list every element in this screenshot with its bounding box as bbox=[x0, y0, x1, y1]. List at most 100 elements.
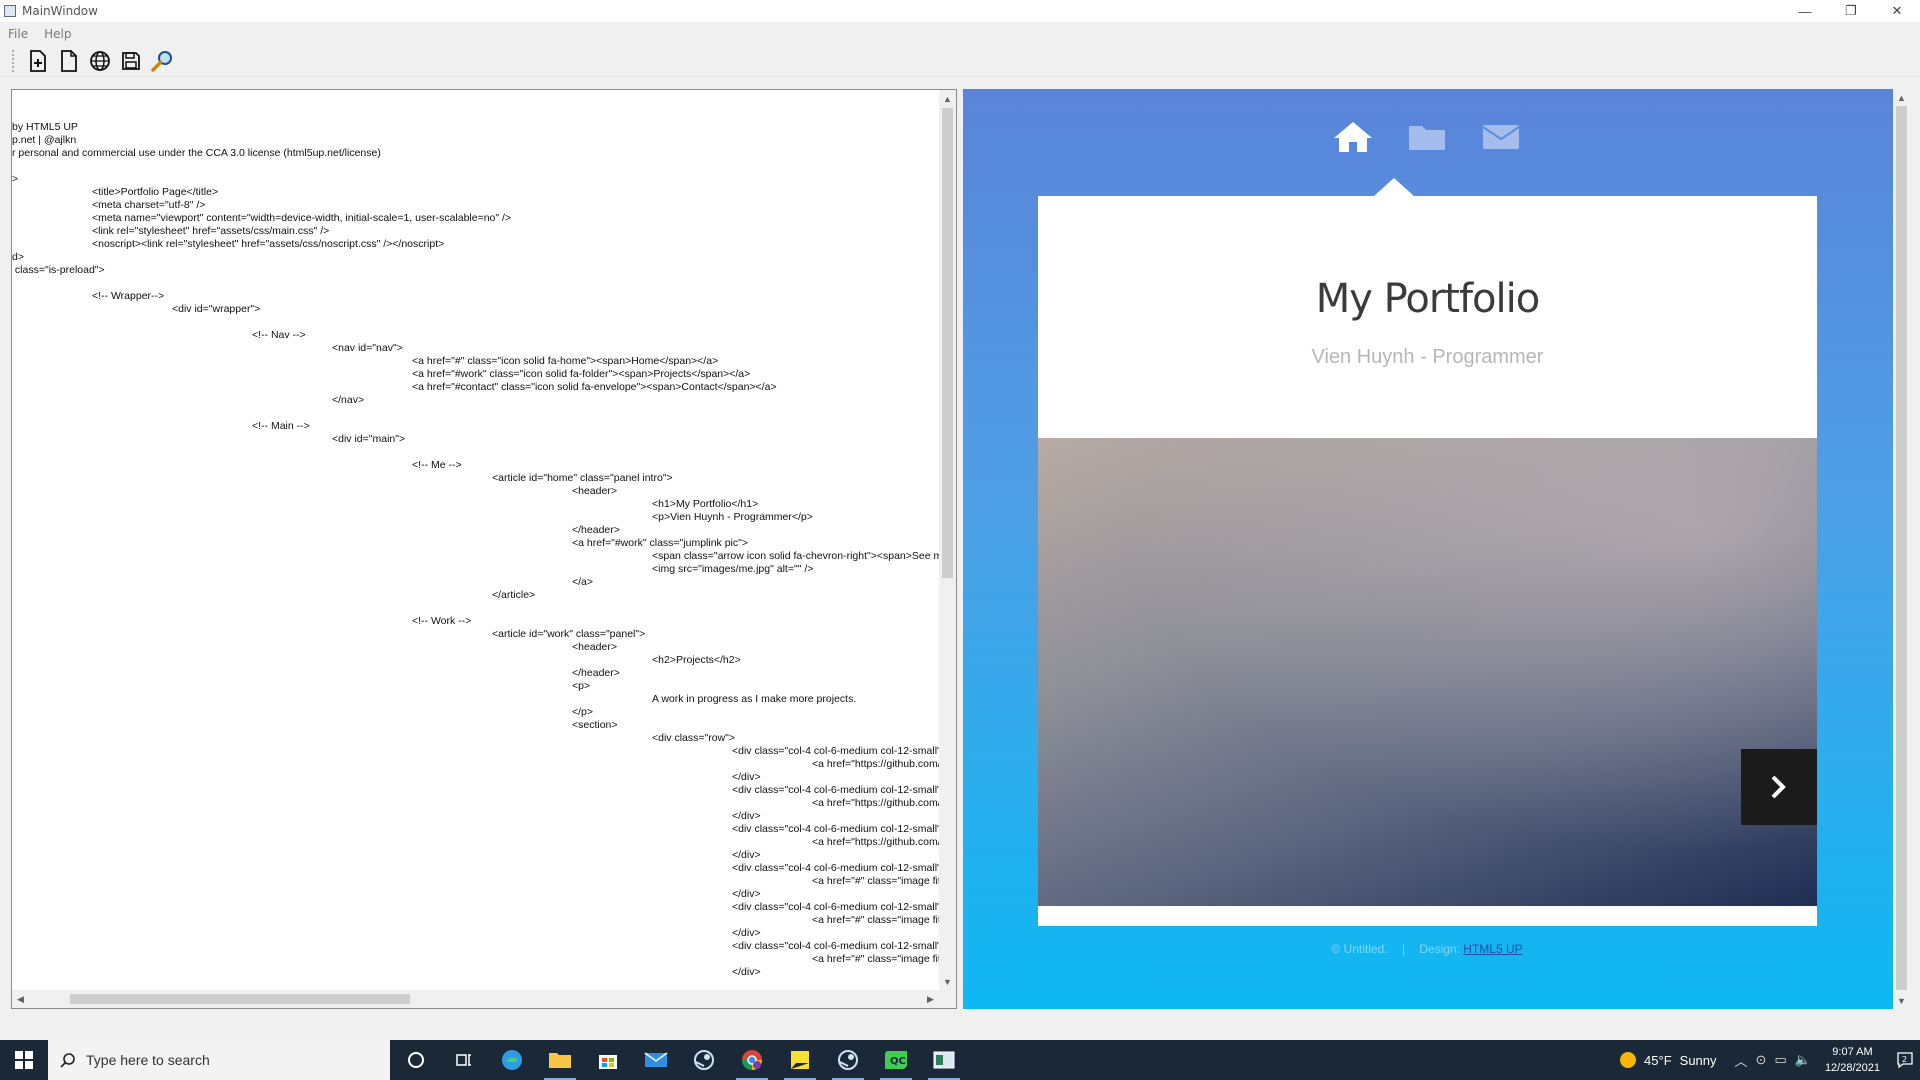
code-line: <link rel="stylesheet" href="assets/css/… bbox=[92, 225, 330, 237]
code-line: <!-- Me --> bbox=[412, 459, 462, 471]
code-line: <meta charset="utf-8" /> bbox=[92, 199, 206, 211]
envelope-icon[interactable] bbox=[1480, 119, 1522, 155]
meet-now-icon[interactable]: ⊙ bbox=[1756, 1052, 1767, 1068]
code-line: <p> bbox=[572, 680, 591, 692]
file-explorer-icon[interactable] bbox=[536, 1040, 584, 1080]
chevron-right-icon bbox=[1771, 775, 1786, 799]
clock-time: 9:07 AM bbox=[1832, 1046, 1873, 1058]
code-line: <div class="row"> bbox=[652, 732, 736, 744]
preview-scroll-up-icon[interactable]: ▲ bbox=[1893, 89, 1910, 106]
app-window-icon[interactable] bbox=[920, 1040, 968, 1080]
preview-scroll-down-icon[interactable]: ▼ bbox=[1893, 992, 1910, 1009]
profile-image[interactable] bbox=[1038, 438, 1817, 906]
window-controls: — ❐ ✕ bbox=[1782, 0, 1920, 22]
scroll-thumb-horizontal[interactable] bbox=[70, 994, 410, 1004]
code-line: p.net | @ajlkn bbox=[12, 134, 77, 146]
code-line: class="is-preload"> bbox=[12, 264, 105, 276]
store-icon[interactable] bbox=[584, 1040, 632, 1080]
preview-scroll-thumb[interactable] bbox=[1896, 106, 1907, 990]
taskbar: Type here to search QC 45°F Sunny ︿ ⊙ ▭ … bbox=[0, 1040, 1920, 1080]
edge-icon[interactable] bbox=[488, 1040, 536, 1080]
chevron-up-icon[interactable]: ︿ bbox=[1735, 1051, 1748, 1070]
folder-icon[interactable] bbox=[1406, 119, 1448, 155]
code-line: </header> bbox=[572, 667, 620, 679]
menu-help[interactable]: Help bbox=[36, 27, 79, 41]
code-line: <div class="col-4 col-6-medium col-12-sm… bbox=[732, 862, 939, 874]
steam-running-icon[interactable] bbox=[824, 1040, 872, 1080]
code-line: r personal and commercial use under the … bbox=[12, 147, 381, 159]
svg-text:2: 2 bbox=[1902, 1055, 1907, 1064]
window-title: MainWindow bbox=[22, 4, 98, 18]
restore-button[interactable]: ❐ bbox=[1828, 0, 1874, 22]
steam-icon[interactable] bbox=[680, 1040, 728, 1080]
web-preview-icon[interactable] bbox=[86, 47, 114, 75]
start-button[interactable] bbox=[0, 1040, 48, 1080]
scroll-down-arrow-icon[interactable]: ▼ bbox=[939, 973, 956, 990]
app-icon bbox=[4, 5, 16, 17]
toolbar-grip[interactable] bbox=[12, 49, 16, 72]
scroll-left-arrow-icon[interactable]: ◀ bbox=[12, 990, 29, 1008]
code-line: </div> bbox=[732, 888, 761, 900]
mail-icon[interactable] bbox=[632, 1040, 680, 1080]
scroll-up-arrow-icon[interactable]: ▲ bbox=[939, 90, 956, 107]
chrome-icon[interactable] bbox=[728, 1040, 776, 1080]
new-document-icon[interactable] bbox=[55, 47, 83, 75]
footer-design-link[interactable]: HTML5 UP bbox=[1463, 942, 1522, 956]
weather-widget[interactable]: 45°F Sunny bbox=[1620, 1052, 1717, 1068]
volume-icon[interactable]: 🔈 bbox=[1795, 1052, 1811, 1068]
sticky-notes-icon[interactable] bbox=[776, 1040, 824, 1080]
code-line: <a href="#" class="image fit">< bbox=[812, 953, 939, 965]
weather-temp: 45°F bbox=[1644, 1052, 1672, 1068]
scroll-right-arrow-icon[interactable]: ▶ bbox=[922, 990, 939, 1008]
code-line: <p>Vien Huynh - Programmer</p> bbox=[652, 511, 813, 523]
menu-file[interactable]: File bbox=[0, 27, 36, 41]
chevron-right-button[interactable] bbox=[1741, 749, 1817, 825]
editor-horizontal-scrollbar[interactable]: ◀ ▶ bbox=[12, 990, 939, 1008]
sun-icon bbox=[1620, 1052, 1637, 1068]
new-file-plus-icon[interactable] bbox=[24, 47, 52, 75]
search-placeholder: Type here to search bbox=[86, 1052, 210, 1068]
code-line: </a> bbox=[572, 576, 594, 588]
code-line: by HTML5 UP bbox=[12, 121, 78, 133]
cortana-icon[interactable] bbox=[392, 1040, 440, 1080]
code-line: <section> bbox=[572, 719, 618, 731]
code-line: </header> bbox=[572, 524, 620, 536]
code-line: <header> bbox=[572, 641, 617, 653]
code-editor[interactable]: by HTML5 UP p.net | @ajlkn r personal and … bbox=[11, 89, 957, 1009]
network-icon[interactable]: ▭ bbox=[1774, 1052, 1786, 1068]
code-line: <!-- Nav --> bbox=[252, 329, 306, 341]
code-line: d> bbox=[12, 251, 24, 263]
save-icon[interactable] bbox=[117, 47, 145, 75]
code-line: <div class="col-4 col-6-medium col-12-sm… bbox=[732, 745, 939, 757]
code-line: <meta name="viewport" content="width=dev… bbox=[92, 212, 512, 224]
home-icon[interactable] bbox=[1332, 119, 1374, 155]
code-line: A work in progress as I make more projec… bbox=[652, 693, 857, 705]
code-line: > bbox=[12, 173, 19, 185]
close-button[interactable]: ✕ bbox=[1874, 0, 1920, 22]
code-line: <a href="#" class="icon solid fa-home"><… bbox=[412, 355, 719, 367]
editor-vertical-scrollbar[interactable]: ▲ ▼ bbox=[939, 90, 956, 990]
task-view-icon[interactable] bbox=[440, 1040, 488, 1080]
code-line: </p> bbox=[572, 706, 594, 718]
preview-nav bbox=[963, 119, 1891, 155]
code-line: </div> bbox=[732, 849, 761, 861]
taskbar-search[interactable]: Type here to search bbox=[48, 1040, 390, 1080]
notification-button[interactable]: 2 bbox=[1890, 1040, 1920, 1080]
find-icon[interactable] bbox=[148, 47, 176, 75]
code-line: <a href="#" class="image fit">< bbox=[812, 914, 939, 926]
minimize-button[interactable]: — bbox=[1782, 0, 1828, 22]
code-line: <a href="#work" class="jumplink pic"> bbox=[572, 537, 748, 549]
title-bar: MainWindow — ❐ ✕ bbox=[0, 0, 1920, 22]
web-preview[interactable]: My Portfolio Vien Huynh - Programmer © U… bbox=[963, 89, 1908, 1009]
scroll-thumb[interactable] bbox=[942, 108, 953, 578]
clock-date: 12/28/2021 bbox=[1824, 1062, 1880, 1074]
clock[interactable]: 9:07 AM 12/28/2021 bbox=[1825, 1044, 1880, 1076]
code-text-area[interactable]: by HTML5 UP p.net | @ajlkn r personal and … bbox=[12, 90, 939, 990]
menu-bar: File Help bbox=[0, 24, 79, 44]
code-line: <div id="wrapper"> bbox=[172, 303, 261, 315]
panel-notch bbox=[1374, 178, 1414, 196]
notification-icon: 2 bbox=[1897, 1052, 1913, 1069]
code-line: <!-- Work --> bbox=[412, 615, 472, 627]
preview-vertical-scrollbar[interactable]: ▲ ▼ bbox=[1893, 89, 1910, 1009]
qt-creator-icon[interactable]: QC bbox=[872, 1040, 920, 1080]
